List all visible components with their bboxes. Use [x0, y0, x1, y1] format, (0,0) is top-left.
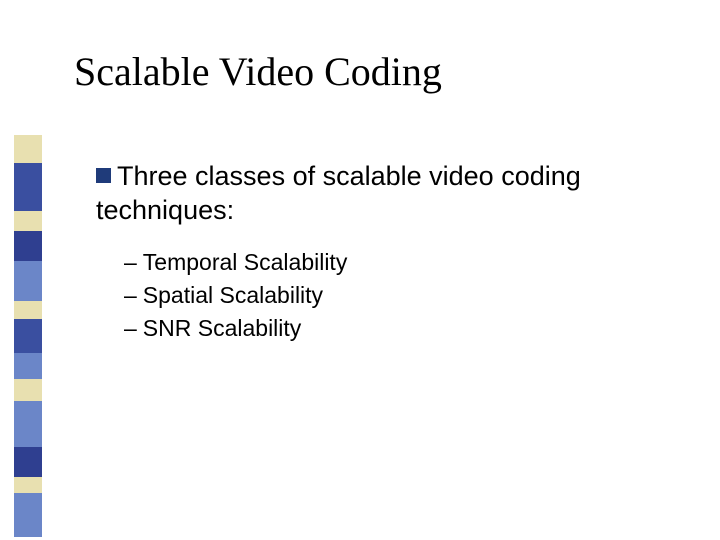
sub-bullet-text: Spatial Scalability [143, 282, 323, 308]
square-bullet-icon [96, 168, 111, 183]
sub-bullet-text: SNR Scalability [143, 315, 302, 341]
bullet-level1: Three classes of scalable video coding t… [96, 160, 680, 228]
slide: Scalable Video Coding Three classes of s… [0, 0, 720, 540]
sidebar-segment [14, 447, 42, 477]
sidebar-segment [14, 261, 42, 301]
slide-content: Three classes of scalable video coding t… [96, 160, 680, 346]
dash-bullet-icon: – [124, 312, 137, 345]
sub-bullet-item: –Spatial Scalability [124, 279, 680, 312]
slide-title: Scalable Video Coding [74, 48, 442, 95]
sidebar-segment [14, 353, 42, 379]
sidebar-segment [14, 401, 42, 447]
sidebar-segment [14, 163, 42, 211]
sidebar-segment [14, 211, 42, 231]
sidebar-segment [14, 379, 42, 401]
sidebar-segment [14, 493, 42, 537]
sidebar-segment [14, 231, 42, 261]
sidebar-segment [14, 301, 42, 319]
sub-bullet-text: Temporal Scalability [143, 249, 348, 275]
sidebar-segment [14, 477, 42, 493]
dash-bullet-icon: – [124, 279, 137, 312]
decorative-sidebar [14, 135, 42, 537]
sidebar-segment [14, 319, 42, 353]
bullet-level1-text: Three classes of scalable video coding t… [96, 161, 581, 225]
sub-bullet-item: –Temporal Scalability [124, 246, 680, 279]
sub-bullet-group: –Temporal Scalability–Spatial Scalabilit… [124, 246, 680, 346]
sub-bullet-item: –SNR Scalability [124, 312, 680, 345]
dash-bullet-icon: – [124, 246, 137, 279]
sidebar-segment [14, 135, 42, 163]
